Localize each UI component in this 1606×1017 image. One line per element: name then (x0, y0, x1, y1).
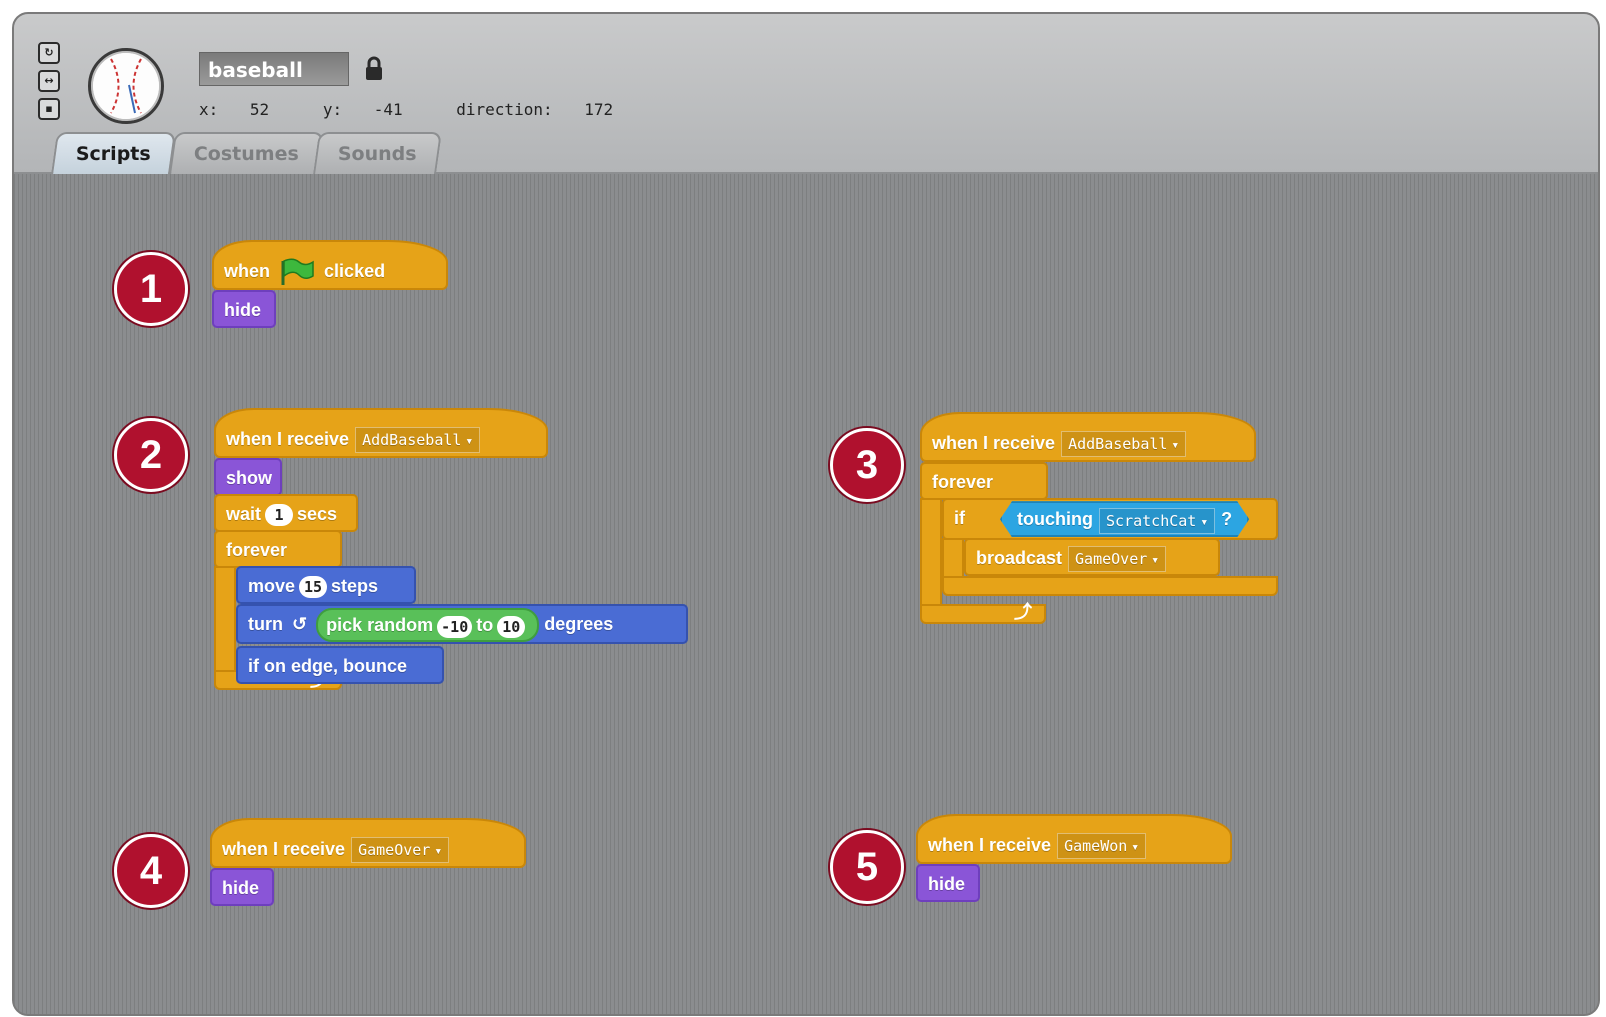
step-badge-5: 5 (830, 830, 904, 904)
forever-block[interactable]: forever (920, 462, 1048, 500)
scripts-area[interactable]: 1 2 3 4 5 when clicked hide when I recei… (14, 174, 1598, 1014)
message-dropdown[interactable]: GameWon (1057, 833, 1147, 860)
x-label: x: (199, 100, 219, 119)
green-flag-icon (281, 258, 314, 286)
when-i-receive-hat[interactable]: when I receive GameOver (210, 818, 526, 868)
bounce-block[interactable]: if on edge, bounce (236, 646, 444, 684)
rotation-style-controls: ↻ ↔ ▪ (38, 42, 60, 126)
hide-block[interactable]: hide (916, 864, 980, 902)
message-dropdown[interactable]: GameOver (351, 837, 450, 864)
broadcast-block[interactable]: broadcast GameOver (964, 538, 1220, 576)
direction-label: direction: (456, 100, 553, 119)
sprite-thumbnail (88, 48, 164, 124)
no-rotate-icon[interactable]: ▪ (38, 98, 60, 120)
tab-costumes[interactable]: Costumes (169, 132, 324, 174)
wait-block[interactable]: wait 1 secs (214, 494, 358, 532)
forever-c-arm (214, 566, 236, 684)
step-badge-3: 3 (830, 428, 904, 502)
direction-value: 172 (584, 100, 614, 119)
sprite-name-field[interactable]: baseball (199, 52, 349, 86)
random-from-input[interactable]: -10 (437, 615, 473, 638)
turn-left-icon: ↺ (292, 614, 308, 634)
when-i-receive-hat[interactable]: when I receive AddBaseball (920, 412, 1256, 462)
hide-block[interactable]: hide (212, 290, 276, 328)
forever-c-arm (920, 498, 942, 618)
step-badge-4: 4 (114, 834, 188, 908)
touching-target-dropdown[interactable]: ScratchCat (1099, 508, 1215, 534)
sprite-coordinates: x: 52 y: -41 direction: 172 (199, 100, 657, 119)
random-to-input[interactable]: 10 (497, 615, 526, 638)
if-c-bottom (942, 576, 1278, 596)
lock-icon[interactable] (364, 56, 384, 82)
baseball-icon (93, 53, 159, 119)
y-label: y: (322, 100, 343, 119)
when-i-receive-hat[interactable]: when I receive AddBaseball (214, 408, 548, 458)
show-block[interactable]: show (214, 458, 282, 496)
step-badge-2: 2 (114, 418, 188, 492)
pick-random-block[interactable]: pick random -10 to 10 (316, 608, 540, 643)
message-dropdown[interactable]: AddBaseball (1061, 431, 1187, 458)
tab-scripts[interactable]: Scripts (51, 132, 176, 174)
forever-block[interactable]: forever (214, 530, 342, 568)
step-badge-1: 1 (114, 252, 188, 326)
when-i-receive-hat[interactable]: when I receive GameWon (916, 814, 1232, 864)
loop-arrow-icon: ⤴ (1014, 602, 1032, 623)
hide-block[interactable]: hide (210, 868, 274, 906)
when-flag-clicked-hat[interactable]: when clicked (212, 240, 448, 290)
rotate-icon[interactable]: ↻ (38, 42, 60, 64)
touching-block[interactable]: touchingScratchCat? (1000, 501, 1249, 537)
message-dropdown[interactable]: AddBaseball (355, 427, 481, 454)
left-right-icon[interactable]: ↔ (38, 70, 60, 92)
x-value: 52 (249, 100, 270, 119)
turn-block[interactable]: turn ↺ pick random -10 to 10 degrees (236, 604, 688, 644)
sprite-header: ↻ ↔ ▪ baseball x: 52 y: -41 direction: 1… (14, 14, 1598, 174)
tab-sounds[interactable]: Sounds (313, 132, 442, 174)
move-block[interactable]: move 15 steps (236, 566, 416, 604)
move-steps-input[interactable]: 15 (299, 576, 328, 599)
scratch-sprite-editor: ↻ ↔ ▪ baseball x: 52 y: -41 direction: 1… (12, 12, 1600, 1016)
y-value: -41 (373, 100, 403, 119)
wait-seconds-input[interactable]: 1 (265, 504, 294, 527)
broadcast-message-dropdown[interactable]: GameOver (1068, 546, 1167, 573)
if-block[interactable]: if touchingScratchCat? (942, 498, 1278, 540)
